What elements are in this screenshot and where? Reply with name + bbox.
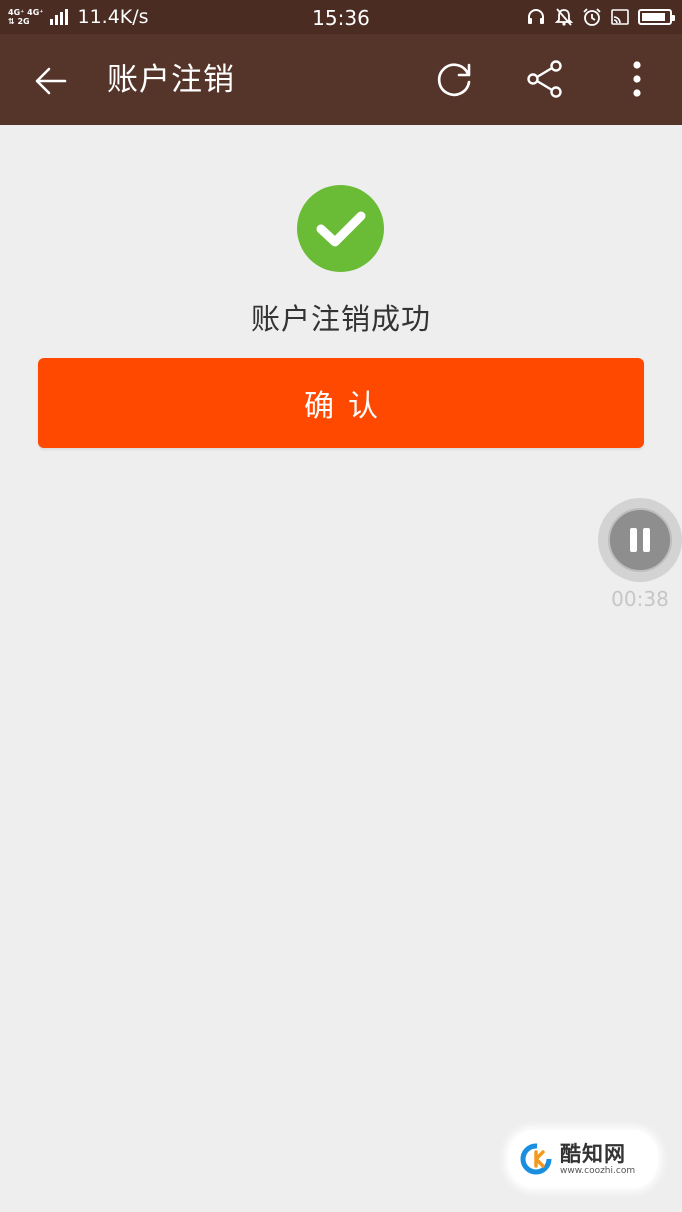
notification-off-icon (554, 8, 574, 26)
status-bar: 4G⁺ 4G⁺ ⇅ 2G 11.4K/s 15:36 (0, 0, 682, 34)
more-options-button[interactable] (612, 54, 662, 104)
headset-icon (528, 9, 544, 24)
back-button[interactable] (26, 56, 76, 106)
back-arrow-icon (35, 67, 67, 95)
watermark-name: 酷知网 (560, 1141, 626, 1166)
pause-icon (608, 508, 672, 572)
coozhi-logo-icon (520, 1143, 552, 1175)
confirm-button[interactable]: 确认 (38, 358, 644, 448)
recorder-elapsed-time: 00:38 (611, 587, 669, 611)
watermark-url: www.coozhi.com (560, 1166, 636, 1176)
success-message: 账户注销成功 (250, 302, 431, 336)
app-bar: 账户注销 (0, 34, 682, 125)
refresh-button[interactable] (430, 54, 480, 104)
page-title: 账户注销 (107, 62, 235, 98)
battery-icon (638, 9, 675, 25)
share-button[interactable] (520, 54, 570, 104)
watermark: 酷知网 www.coozhi.com (508, 1130, 658, 1188)
cast-icon (611, 9, 629, 25)
battery-level (642, 13, 666, 21)
alarm-icon (583, 8, 601, 26)
refresh-icon (437, 63, 471, 97)
check-circle-icon (297, 185, 384, 272)
recorder-pause-button[interactable] (598, 498, 682, 582)
status-icons (526, 0, 675, 34)
share-icon (527, 60, 562, 98)
more-vert-icon (633, 61, 641, 97)
